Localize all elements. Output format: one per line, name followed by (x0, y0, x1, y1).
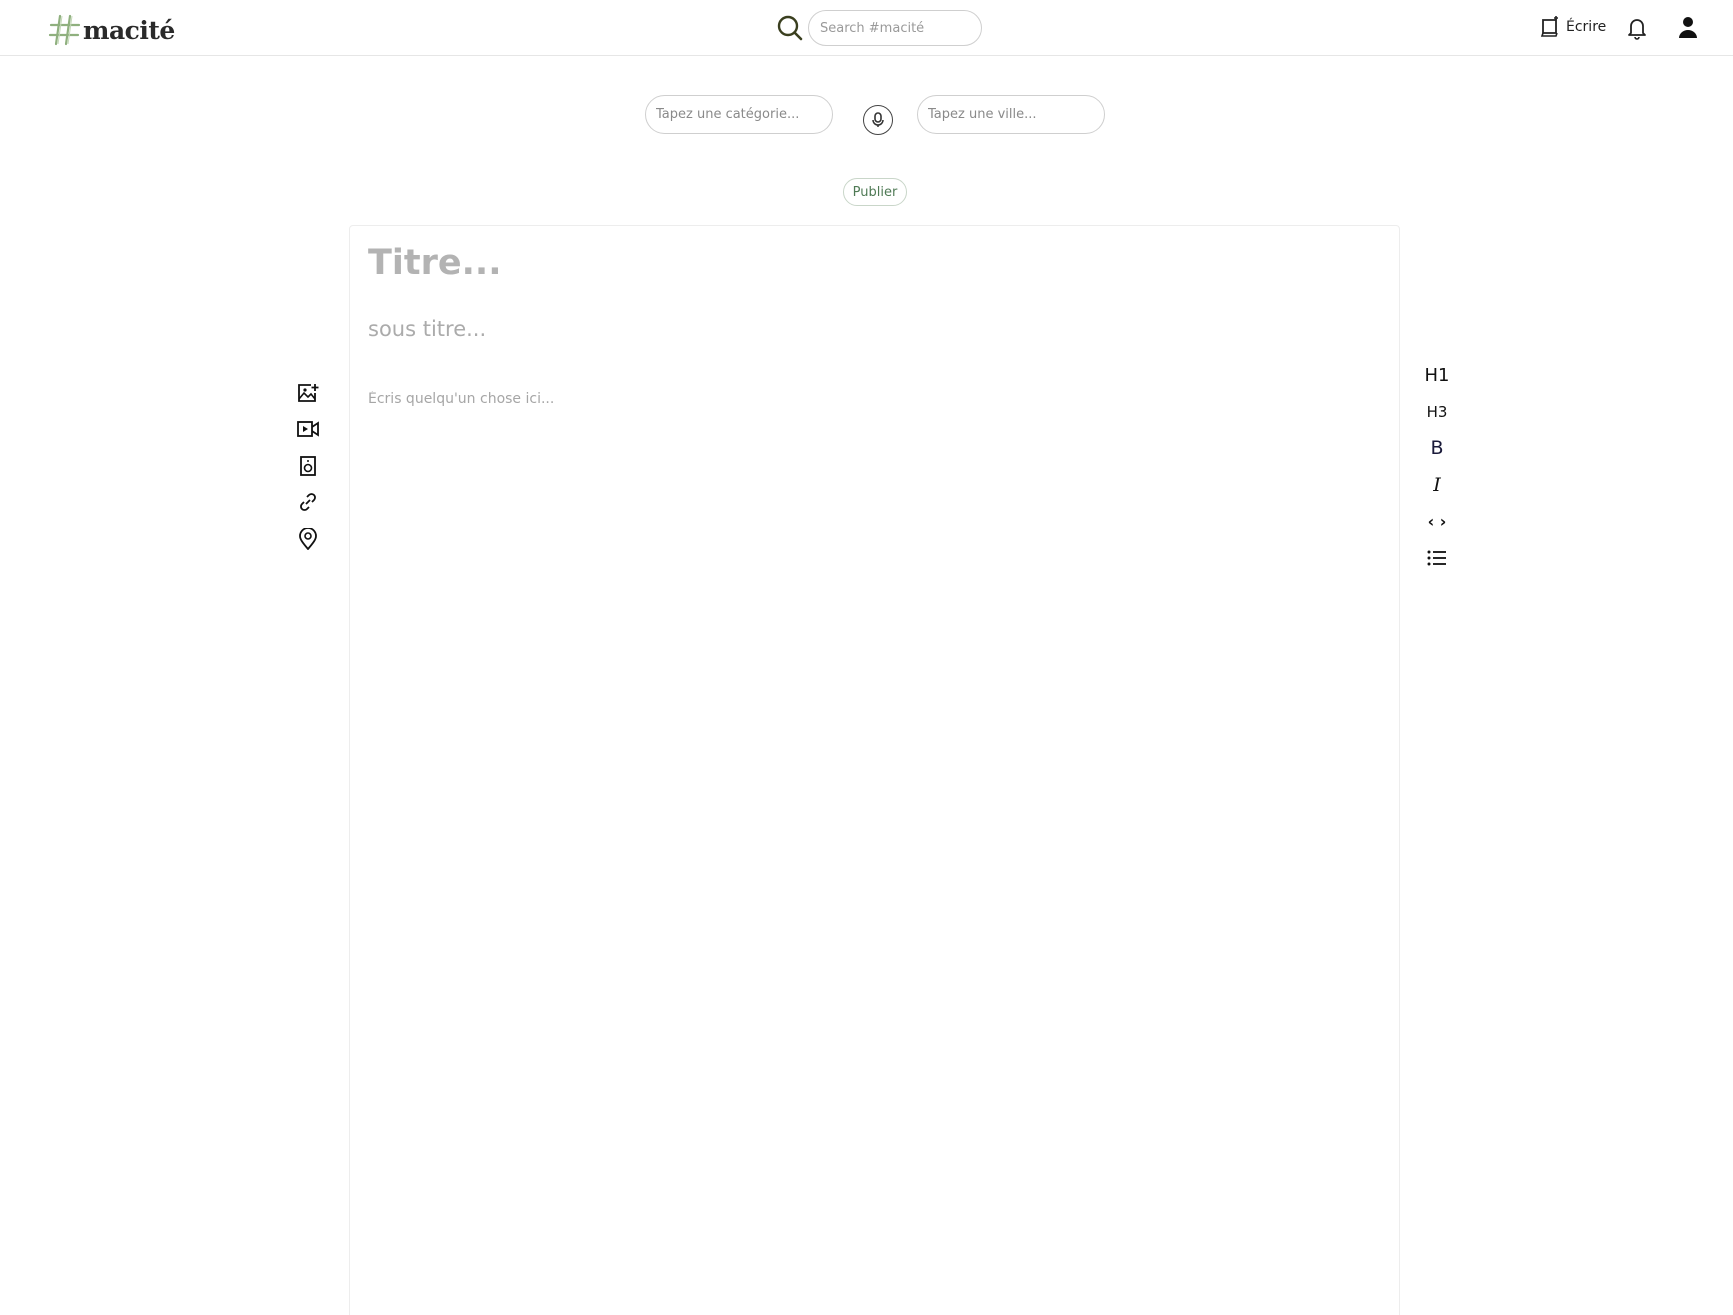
city-input[interactable] (917, 95, 1105, 134)
hashtag-logo-icon (48, 14, 81, 46)
location-icon (299, 528, 317, 550)
user-icon[interactable] (1677, 15, 1699, 39)
add-image-icon (298, 384, 319, 402)
title-input[interactable] (368, 243, 1268, 283)
bell-icon[interactable] (1626, 16, 1648, 40)
add-location-button[interactable] (296, 527, 320, 551)
heading3-label: H3 (1426, 403, 1448, 421)
category-input[interactable] (645, 95, 833, 134)
search-bar (776, 10, 982, 46)
body-input[interactable] (368, 391, 1268, 407)
bold-button[interactable]: B (1420, 435, 1454, 461)
top-nav: macité Écrire (0, 0, 1733, 56)
microphone-icon (872, 112, 884, 127)
logo[interactable]: macité (48, 12, 175, 48)
editor-card (349, 225, 1400, 1315)
link-icon (300, 493, 316, 511)
bold-label: B (1430, 437, 1444, 459)
heading1-button[interactable]: H1 (1420, 362, 1454, 388)
search-icon[interactable] (776, 14, 804, 42)
publish-button[interactable]: Publier (843, 178, 907, 206)
write-button[interactable]: Écrire (1540, 16, 1606, 38)
italic-label: I (1433, 474, 1441, 496)
logo-text: macité (83, 15, 175, 45)
code-button[interactable]: ‹ › (1420, 508, 1454, 534)
list-button[interactable] (1420, 545, 1454, 571)
add-link-button[interactable] (296, 490, 320, 514)
audio-icon (300, 456, 316, 476)
list-icon (1427, 550, 1446, 566)
video-icon (297, 421, 319, 437)
italic-button[interactable]: I (1420, 472, 1454, 498)
add-image-button[interactable] (296, 381, 320, 405)
compose-icon (1540, 16, 1558, 37)
search-input[interactable] (808, 10, 982, 46)
write-label: Écrire (1566, 19, 1607, 35)
subtitle-input[interactable] (368, 317, 1268, 341)
code-label: ‹ › (1427, 511, 1447, 531)
heading1-label: H1 (1424, 364, 1450, 386)
add-video-button[interactable] (296, 417, 320, 441)
heading3-button[interactable]: H3 (1420, 399, 1454, 425)
add-audio-button[interactable] (296, 454, 320, 478)
microphone-button[interactable] (863, 105, 893, 135)
